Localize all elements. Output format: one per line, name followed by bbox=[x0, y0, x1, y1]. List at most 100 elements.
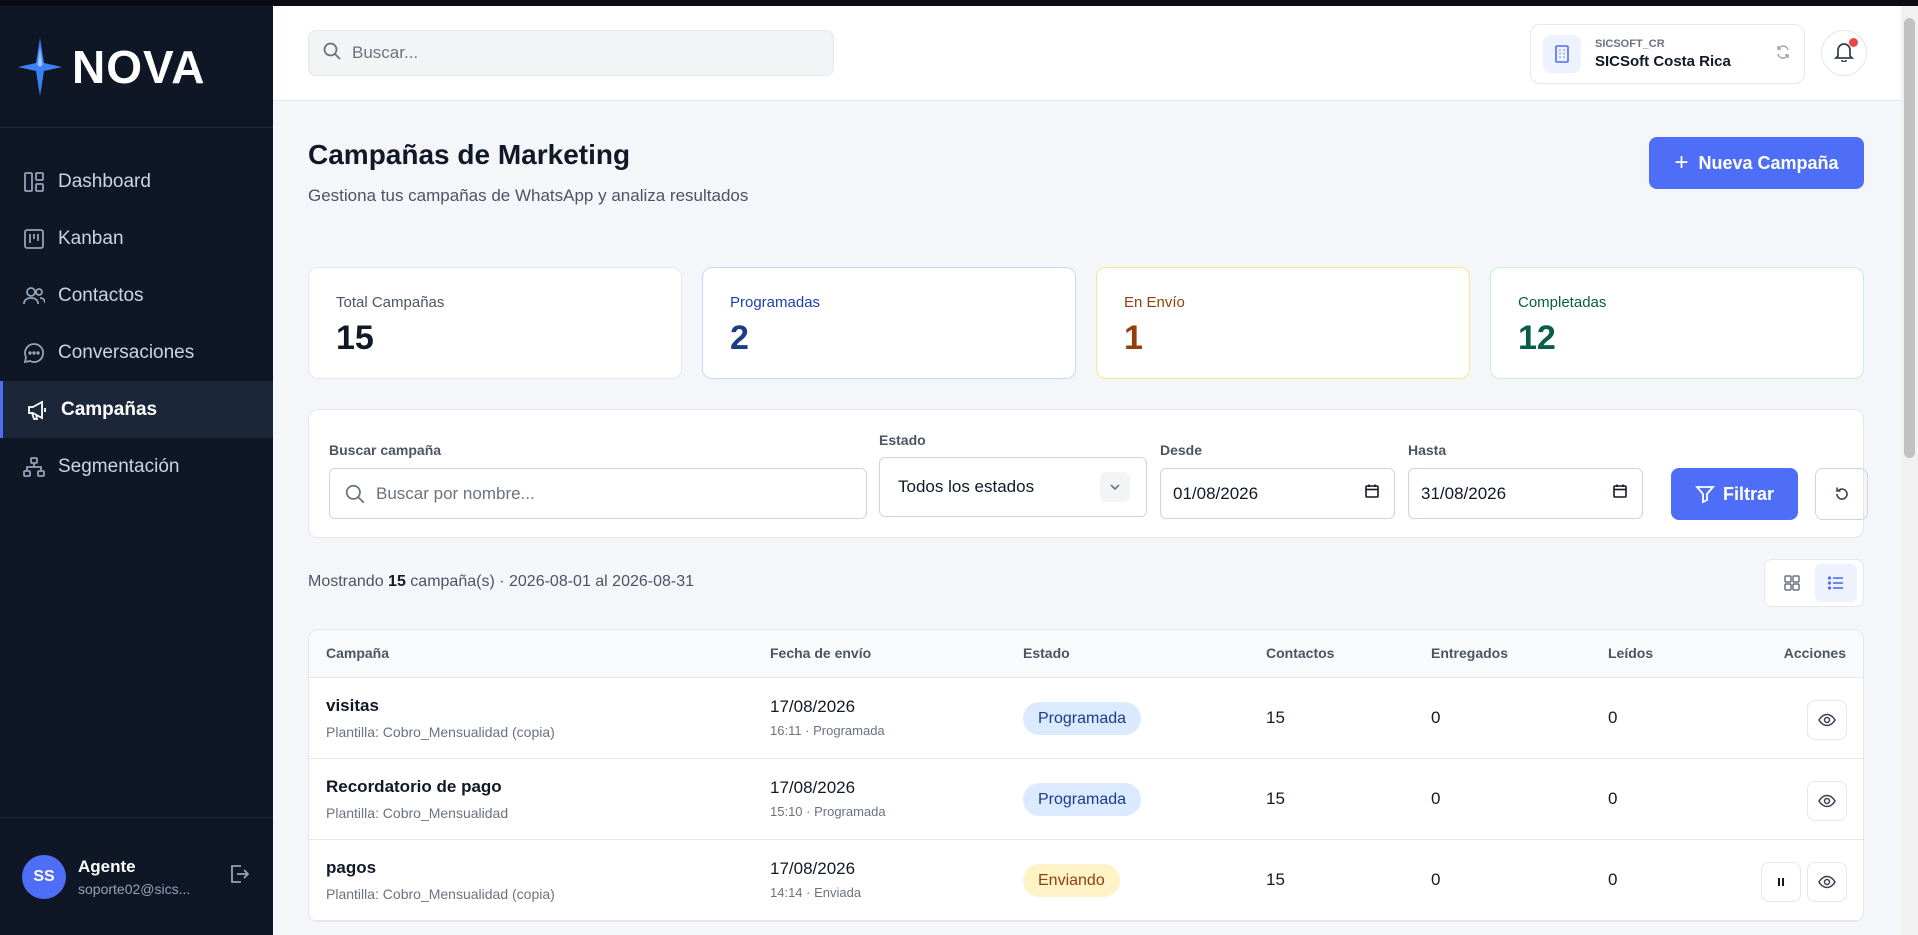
chevron-down-icon bbox=[1100, 472, 1130, 502]
page-subtitle: Gestiona tus campañas de WhatsApp y anal… bbox=[308, 186, 749, 205]
sidebar-item-label: Segmentación bbox=[58, 455, 180, 477]
from-date-value: 01/08/2026 bbox=[1173, 483, 1259, 503]
search-icon bbox=[344, 483, 366, 505]
search-campaign-label: Buscar campaña bbox=[329, 442, 442, 458]
col-acciones: Acciones bbox=[1783, 645, 1846, 661]
pause-button[interactable] bbox=[1761, 862, 1801, 902]
page-title: Campañas de Marketing bbox=[308, 139, 631, 170]
stat-card-en-envio: En Envío 1 bbox=[1096, 267, 1470, 379]
sidebar-item-segmentacion[interactable]: Segmentación bbox=[0, 438, 273, 495]
filters-panel: Buscar campaña Estado Todos los estados … bbox=[308, 409, 1868, 538]
view-toggle bbox=[1764, 559, 1864, 607]
search-campaign-field[interactable] bbox=[329, 468, 867, 519]
new-campaign-label: Nueva Campaña bbox=[1698, 152, 1839, 173]
stat-label: Total Campañas bbox=[336, 294, 445, 311]
global-search[interactable] bbox=[308, 30, 834, 76]
campaign-template: Plantilla: Cobro_Mensualidad bbox=[326, 805, 509, 821]
calendar-icon bbox=[1364, 483, 1380, 504]
sidebar-item-contactos[interactable]: Contactos bbox=[0, 267, 273, 324]
sidebar-item-label: Kanban bbox=[58, 227, 124, 249]
kanban-icon bbox=[22, 227, 46, 251]
col-entregados: Entregados bbox=[1431, 645, 1509, 661]
send-time: 16:11 · Programada bbox=[770, 723, 885, 738]
reset-icon bbox=[1833, 485, 1851, 503]
notifications-button[interactable] bbox=[1821, 30, 1867, 76]
switch-company-icon[interactable] bbox=[1775, 44, 1791, 65]
logout-icon[interactable] bbox=[227, 862, 251, 891]
star-logo-icon bbox=[18, 37, 62, 96]
grid-view-button[interactable] bbox=[1771, 564, 1813, 602]
to-date-value: 31/08/2026 bbox=[1421, 483, 1507, 503]
stat-card-completadas: Completadas 12 bbox=[1490, 267, 1864, 379]
contacts-icon bbox=[22, 284, 46, 308]
eye-icon bbox=[1818, 711, 1836, 729]
campaign-template: Plantilla: Cobro_Mensualidad (copia) bbox=[326, 886, 555, 902]
summary-prefix: Mostrando bbox=[308, 573, 384, 590]
company-selector[interactable]: SICSOFT_CR SICSoft Costa Rica bbox=[1530, 24, 1805, 84]
sidebar-item-label: Dashboard bbox=[58, 170, 151, 192]
table-row[interactable]: Recordatorio de pago Plantilla: Cobro_Me… bbox=[309, 759, 1863, 840]
campaign-name[interactable]: pagos bbox=[326, 858, 376, 878]
global-search-input[interactable] bbox=[352, 43, 812, 63]
company-code: SICSOFT_CR bbox=[1595, 38, 1665, 50]
campaign-name[interactable]: visitas bbox=[326, 696, 379, 716]
table-row[interactable]: pagos Plantilla: Cobro_Mensualidad (copi… bbox=[309, 840, 1863, 921]
new-campaign-button[interactable]: + Nueva Campaña bbox=[1649, 137, 1864, 189]
stat-value: 2 bbox=[730, 319, 749, 357]
filter-button-label: Filtrar bbox=[1722, 483, 1774, 504]
page-scrollbar[interactable] bbox=[1901, 6, 1918, 935]
status-select[interactable]: Todos los estados bbox=[879, 457, 1147, 517]
sidebar-item-label: Conversaciones bbox=[58, 341, 195, 363]
contacts-count: 15 bbox=[1266, 789, 1285, 808]
eye-icon bbox=[1818, 792, 1836, 810]
stat-value: 1 bbox=[1124, 319, 1143, 357]
view-button[interactable] bbox=[1807, 781, 1847, 821]
results-summary: Mostrando 15 campaña(s) · 2026-08-01 al … bbox=[308, 573, 694, 591]
sidebar-item-conversaciones[interactable]: Conversaciones bbox=[0, 324, 273, 381]
table-row[interactable]: visitas Plantilla: Cobro_Mensualidad (co… bbox=[309, 678, 1863, 759]
read-count: 0 bbox=[1608, 708, 1618, 727]
search-icon bbox=[322, 41, 342, 66]
status-badge: Enviando bbox=[1023, 864, 1120, 897]
chat-icon bbox=[22, 341, 46, 365]
filter-button[interactable]: Filtrar bbox=[1671, 468, 1798, 520]
contacts-count: 15 bbox=[1266, 870, 1285, 889]
status-label: Estado bbox=[879, 432, 926, 448]
scrollbar-thumb[interactable] bbox=[1904, 18, 1915, 458]
sidebar-item-campanas[interactable]: Campañas bbox=[0, 381, 273, 438]
campaign-name[interactable]: Recordatorio de pago bbox=[326, 777, 502, 797]
sidebar-item-kanban[interactable]: Kanban bbox=[0, 210, 273, 267]
stat-card-programadas: Programadas 2 bbox=[702, 267, 1076, 379]
read-count: 0 bbox=[1608, 870, 1618, 889]
view-button[interactable] bbox=[1807, 862, 1847, 902]
company-text: SICSOFT_CR SICSoft Costa Rica bbox=[1595, 38, 1775, 70]
building-icon bbox=[1543, 35, 1581, 73]
user-email: soporte02@sics... bbox=[78, 880, 191, 897]
stat-label: Programadas bbox=[730, 294, 821, 311]
campaign-template: Plantilla: Cobro_Mensualidad (copia) bbox=[326, 724, 555, 740]
sidebar-item-dashboard[interactable]: Dashboard bbox=[0, 153, 273, 210]
user-name: Agente bbox=[78, 856, 136, 876]
search-campaign-input[interactable] bbox=[376, 483, 866, 504]
reset-filters-button[interactable] bbox=[1815, 468, 1868, 520]
avatar[interactable]: SS bbox=[22, 854, 66, 899]
col-leidos: Leídos bbox=[1608, 645, 1654, 661]
col-fecha: Fecha de envío bbox=[770, 645, 872, 661]
list-view-button[interactable] bbox=[1815, 564, 1857, 602]
status-select-value: Todos los estados bbox=[898, 477, 1035, 496]
col-contactos: Contactos bbox=[1266, 645, 1335, 661]
logo[interactable]: NOVA bbox=[0, 6, 273, 128]
sidebar-item-label: Campañas bbox=[61, 398, 158, 420]
top-header: SICSOFT_CR SICSoft Costa Rica bbox=[273, 6, 1901, 101]
stat-label: Completadas bbox=[1518, 294, 1607, 311]
grid-icon bbox=[1783, 574, 1801, 592]
window-top-edge bbox=[0, 0, 1918, 6]
read-count: 0 bbox=[1608, 789, 1618, 808]
from-date-label: Desde bbox=[1160, 442, 1203, 458]
from-date-input[interactable]: 01/08/2026 bbox=[1160, 468, 1395, 519]
plus-icon: + bbox=[1674, 149, 1689, 176]
to-date-input[interactable]: 31/08/2026 bbox=[1408, 468, 1643, 519]
send-date: 17/08/2026 bbox=[770, 778, 856, 797]
campaigns-table: Campaña Fecha de envío Estado Contactos … bbox=[308, 629, 1864, 922]
view-button[interactable] bbox=[1807, 700, 1847, 740]
